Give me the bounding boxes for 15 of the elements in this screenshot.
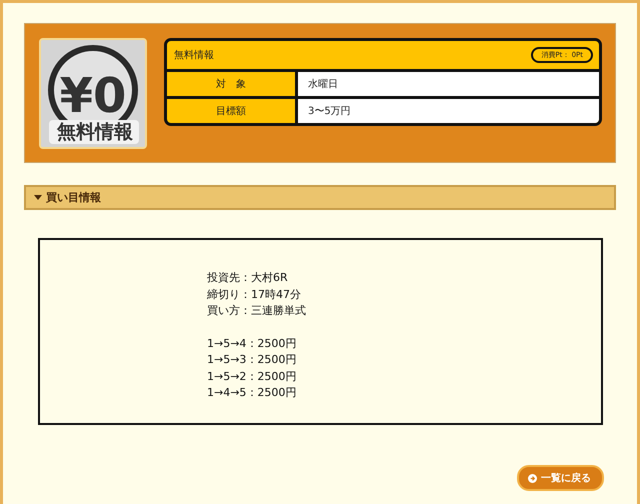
bet-line: 1→4→5：2500円 xyxy=(207,385,298,401)
bet-line: 1→5→3：2500円 xyxy=(207,352,298,368)
detail-line: 締切り：17時47分 xyxy=(207,286,302,302)
caret-icon xyxy=(34,194,42,200)
section-title: 買い目情報 xyxy=(46,190,101,205)
bet-line: 1→5→2：2500円 xyxy=(207,368,298,384)
info-title: 無料情報 xyxy=(174,48,214,62)
detail-line: 買い方：三連勝単式 xyxy=(207,303,307,319)
bet-line: 1→5→4：2500円 xyxy=(207,336,298,352)
row-value: 水曜日 xyxy=(298,72,599,96)
row-value: 3〜5万円 xyxy=(298,99,599,123)
free-info-logo: ¥0 無料情報 xyxy=(39,38,147,149)
arrow-circle-icon xyxy=(528,474,537,482)
detail-line: 投資先：大村6R xyxy=(207,270,289,286)
section-header[interactable]: 買い目情報 xyxy=(24,185,616,210)
